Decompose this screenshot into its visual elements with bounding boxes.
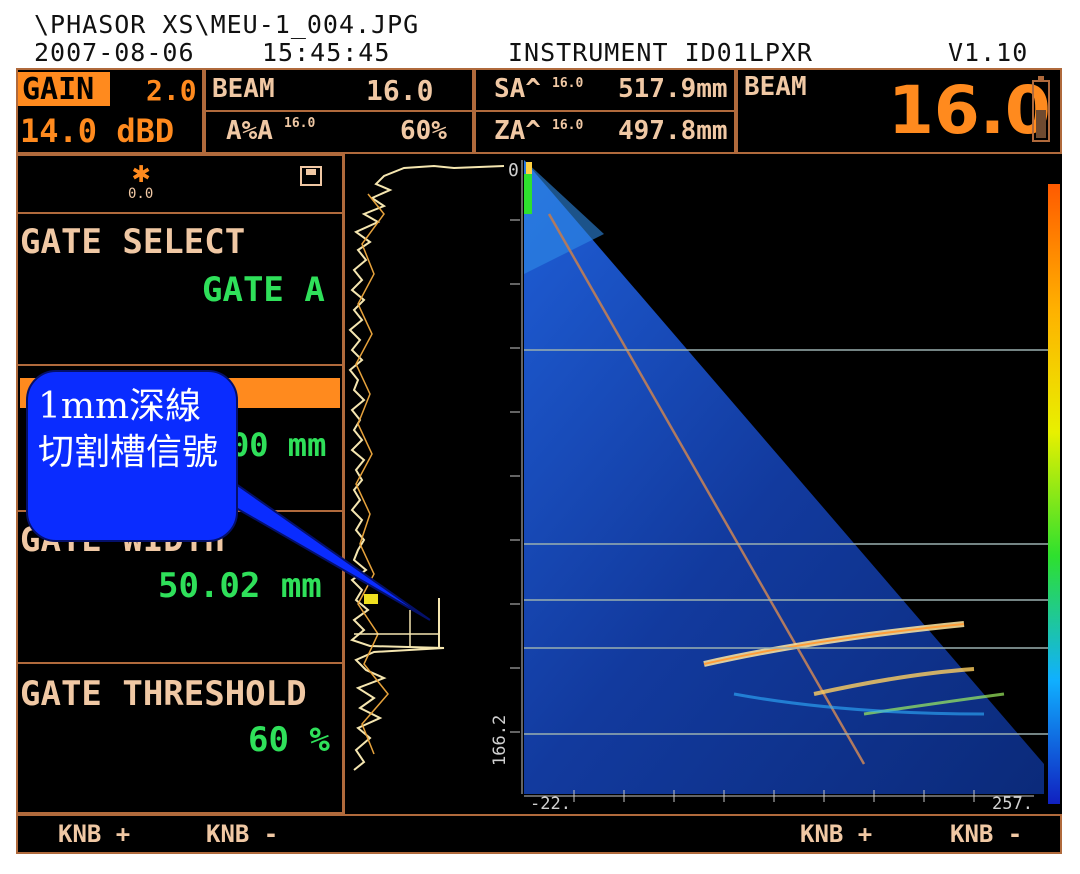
annotation-text: 1mm深線切割槽信號 bbox=[38, 386, 219, 473]
